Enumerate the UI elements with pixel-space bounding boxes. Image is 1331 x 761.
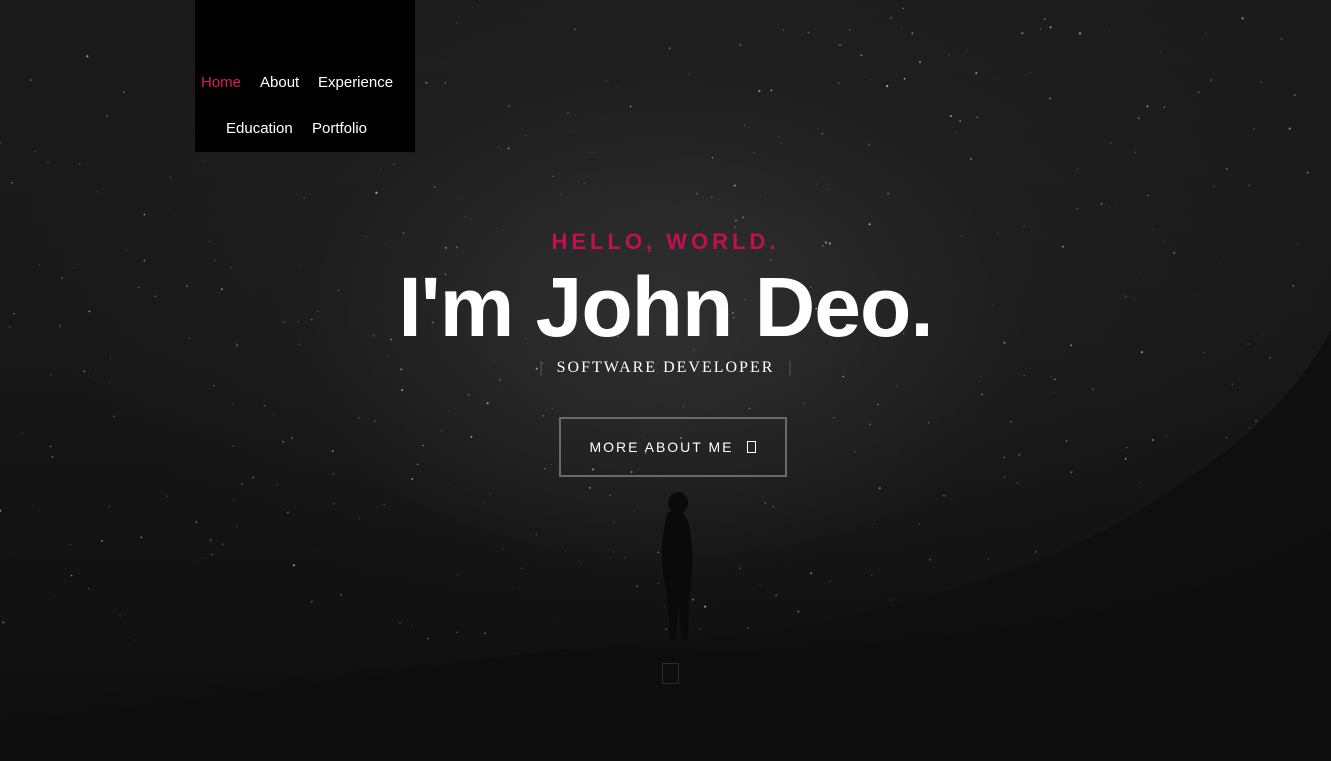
hero-name: I'm John Deo. [398, 260, 933, 354]
nav-item-education[interactable]: Education [226, 120, 293, 138]
hero-role: SOFTWARE DEVELOPER [556, 359, 775, 376]
more-about-me-label: MORE ABOUT ME [589, 439, 734, 455]
scroll-down-icon[interactable] [662, 663, 679, 684]
hero-section: Home About Experience Education Portfoli… [0, 0, 1331, 761]
arrow-icon [747, 441, 757, 453]
role-divider-left: | [539, 359, 543, 376]
role-divider-right: | [788, 359, 792, 376]
nav-item-portfolio[interactable]: Portfolio [312, 120, 367, 138]
nav-item-about[interactable]: About [260, 74, 299, 92]
hero-greeting: HELLO, WORLD. [551, 229, 780, 254]
hero-role-row: | SOFTWARE DEVELOPER | [0, 358, 1331, 378]
more-about-me-button[interactable]: MORE ABOUT ME [559, 417, 787, 477]
nav-item-experience[interactable]: Experience [318, 74, 393, 92]
main-navigation: Home About Experience Education Portfoli… [195, 0, 415, 152]
nav-item-home[interactable]: Home [201, 74, 241, 92]
person-silhouette [661, 492, 693, 640]
